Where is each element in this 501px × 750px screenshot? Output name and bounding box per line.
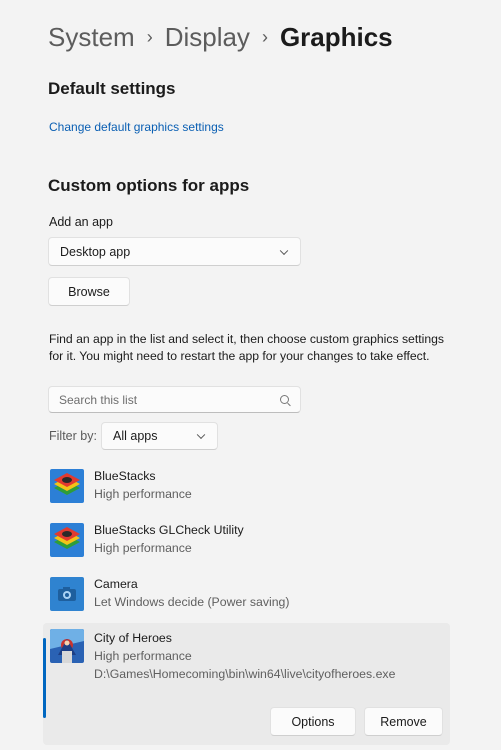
app-name: BlueStacks GLCheck Utility: [94, 523, 244, 537]
app-name: BlueStacks: [94, 469, 156, 483]
filter-label: Filter by:: [49, 429, 97, 443]
selection-indicator: [43, 638, 46, 718]
app-graphics-setting: High performance: [94, 487, 192, 501]
bluestacks-icon: [50, 469, 84, 503]
app-graphics-setting: Let Windows decide (Power saving): [94, 595, 290, 609]
add-app-label: Add an app: [49, 215, 113, 229]
breadcrumb-separator-icon: ›: [146, 27, 153, 47]
app-type-dropdown[interactable]: Desktop app: [48, 237, 301, 266]
app-list-item-selected[interactable]: City of Heroes High performance D:\Games…: [43, 623, 450, 745]
breadcrumb-separator-icon: ›: [261, 27, 268, 47]
options-button[interactable]: Options: [270, 707, 356, 736]
chevron-down-icon: [279, 246, 289, 255]
camera-icon: [50, 577, 84, 611]
city-of-heroes-icon: [50, 629, 84, 663]
remove-button[interactable]: Remove: [364, 707, 443, 736]
app-type-value: Desktop app: [60, 244, 131, 259]
filter-value: All apps: [113, 429, 158, 443]
custom-options-description: Find an app in the list and select it, t…: [49, 332, 444, 363]
app-list-item[interactable]: Camera Let Windows decide (Power saving): [43, 569, 450, 623]
search-box[interactable]: [48, 386, 301, 413]
breadcrumb-display[interactable]: Display: [165, 22, 250, 52]
change-default-graphics-link[interactable]: Change default graphics settings: [49, 120, 224, 134]
app-path: D:\Games\Homecoming\bin\win64\live\cityo…: [94, 667, 396, 681]
app-graphics-setting: High performance: [94, 541, 192, 555]
custom-options-heading: Custom options for apps: [48, 176, 250, 195]
search-input[interactable]: [49, 387, 259, 412]
app-list-item[interactable]: BlueStacks GLCheck Utility High performa…: [43, 515, 450, 569]
bluestacks-icon: [50, 523, 84, 557]
app-name: City of Heroes: [94, 631, 172, 645]
app-list-item[interactable]: BlueStacks High performance: [43, 461, 450, 515]
browse-button[interactable]: Browse: [48, 277, 130, 306]
default-settings-heading: Default settings: [48, 79, 176, 98]
breadcrumb: System › Display › Graphics: [48, 20, 393, 57]
search-icon[interactable]: [280, 395, 289, 404]
app-graphics-setting: High performance: [94, 649, 192, 663]
page-title: Graphics: [279, 22, 393, 52]
app-name: Camera: [94, 577, 138, 591]
breadcrumb-system[interactable]: System: [48, 22, 135, 52]
chevron-down-icon: [196, 430, 206, 440]
filter-dropdown[interactable]: All apps: [101, 422, 218, 450]
